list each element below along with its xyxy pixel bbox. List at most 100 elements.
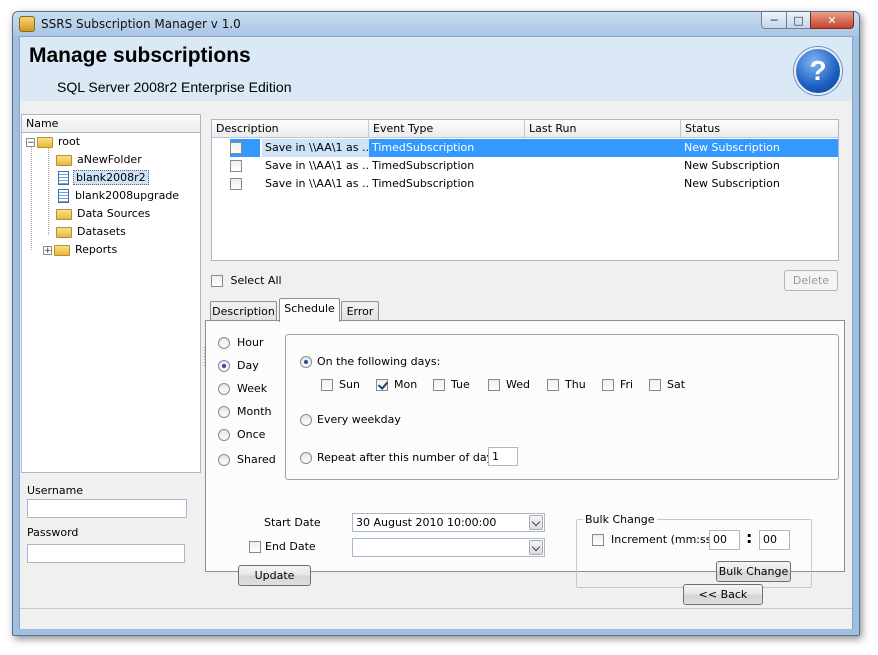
tab-error[interactable]: Error (341, 301, 379, 321)
cell-event-type: TimedSubscription (372, 177, 475, 190)
radio-icon[interactable] (218, 429, 230, 441)
cell-last-run (525, 175, 681, 193)
schedule-panel: Hour Day Week Month Once Shared On the f… (205, 320, 845, 588)
chevron-down-icon[interactable] (529, 515, 543, 530)
checkbox-icon[interactable] (321, 379, 333, 391)
column-status[interactable]: Status (681, 120, 838, 138)
tab-schedule[interactable]: Schedule (279, 298, 340, 322)
tree-node-anewfolder[interactable]: aNewFolder (56, 151, 144, 169)
increment-minutes-input[interactable]: 00 (709, 530, 740, 550)
checkbox-icon[interactable] (547, 379, 559, 391)
end-date-picker[interactable] (352, 538, 545, 557)
tree-node-datasets[interactable]: Datasets (56, 223, 128, 241)
option-following-days[interactable]: On the following days: (300, 355, 440, 368)
day-label: Tue (451, 378, 470, 391)
freq-day[interactable]: Day (218, 359, 259, 372)
collapse-icon[interactable]: − (26, 137, 35, 147)
row-checkbox-cell (230, 175, 260, 193)
close-button[interactable]: ✕ (810, 12, 854, 29)
end-date-toggle[interactable]: End Date (249, 540, 316, 553)
option-every-weekday[interactable]: Every weekday (300, 413, 401, 426)
chevron-down-icon[interactable] (529, 540, 543, 555)
day-tue[interactable]: Tue (433, 378, 470, 391)
day-sun[interactable]: Sun (321, 378, 360, 391)
table-row[interactable]: Save in \\AA\1 as ... TimedSubscription … (212, 175, 838, 193)
day-thu[interactable]: Thu (547, 378, 586, 391)
radio-icon[interactable] (300, 414, 312, 426)
folder-icon (56, 208, 72, 220)
tree-node-label: Datasets (77, 225, 126, 238)
radio-icon[interactable] (218, 383, 230, 395)
cell-last-run (525, 139, 681, 157)
option-label: Every weekday (317, 413, 401, 426)
repeat-days-input[interactable]: 1 (488, 447, 518, 466)
column-description[interactable]: Description (212, 120, 369, 138)
tree-node-reports[interactable]: + Reports (43, 241, 119, 259)
radio-icon[interactable] (300, 356, 312, 368)
tree-line (31, 147, 32, 250)
table-row[interactable]: Save in \\AA\1 as ... TimedSubscription … (212, 139, 838, 157)
password-input[interactable] (27, 544, 185, 563)
left-panel: Name − root aNewFolder blank2008r2 blank2… (21, 114, 201, 624)
checkbox-icon[interactable] (433, 379, 445, 391)
day-sat[interactable]: Sat (649, 378, 685, 391)
day-mon[interactable]: Mon (376, 378, 417, 391)
freq-once[interactable]: Once (218, 428, 265, 441)
checkbox-icon[interactable] (649, 379, 661, 391)
username-input[interactable] (27, 499, 187, 518)
option-label: Repeat after this number of days (317, 451, 499, 464)
table-row[interactable]: Save in \\AA\1 as ... TimedSubscription … (212, 157, 838, 175)
checkbox-icon[interactable] (249, 541, 261, 553)
radio-icon[interactable] (218, 360, 230, 372)
bulk-change-button[interactable]: Bulk Change (716, 561, 791, 582)
day-label: Sat (667, 378, 686, 391)
row-checkbox[interactable] (230, 178, 242, 190)
column-last-run[interactable]: Last Run (525, 120, 681, 138)
freq-shared[interactable]: Shared (218, 453, 276, 466)
day-label: Thu (565, 378, 586, 391)
help-icon[interactable]: ? (794, 47, 842, 95)
folder-icon (37, 136, 53, 148)
minimize-button[interactable]: ─ (761, 12, 787, 29)
radio-icon[interactable] (218, 406, 230, 418)
increment-toggle[interactable]: Increment (mm:ss) (592, 533, 716, 546)
select-all-checkbox[interactable] (211, 275, 223, 287)
tree-node-blank2008upgrade[interactable]: blank2008upgrade (56, 187, 181, 205)
delete-button[interactable]: Delete (784, 270, 838, 291)
freq-week[interactable]: Week (218, 382, 267, 395)
title-bar: SSRS Subscription Manager v 1.0 ─ □ ✕ (13, 12, 859, 36)
start-date-picker[interactable]: 30 August 2010 10:00:00 (352, 513, 545, 532)
increment-seconds-input[interactable]: 00 (759, 530, 790, 550)
freq-hour[interactable]: Hour (218, 336, 264, 349)
checkbox-icon[interactable] (592, 534, 604, 546)
day-wed[interactable]: Wed (488, 378, 530, 391)
checkbox-icon[interactable] (376, 379, 388, 391)
freq-label: Month (237, 405, 272, 418)
password-label: Password (27, 526, 79, 539)
expand-icon[interactable]: + (43, 245, 52, 255)
report-tree[interactable]: Name − root aNewFolder blank2008r2 blank2… (21, 114, 201, 473)
row-checkbox[interactable] (230, 142, 242, 154)
freq-month[interactable]: Month (218, 405, 271, 418)
bulk-change-title: Bulk Change (583, 513, 657, 526)
tree-node-blank2008r2[interactable]: blank2008r2 (56, 169, 149, 187)
radio-icon[interactable] (218, 454, 230, 466)
freq-label: Week (237, 382, 268, 395)
freq-label: Once (237, 428, 266, 441)
tab-description[interactable]: Description (210, 301, 277, 321)
select-all[interactable]: Select All (211, 274, 282, 287)
subscriptions-grid[interactable]: Description Event Type Last Run Status S… (211, 119, 839, 261)
option-repeat-days[interactable]: Repeat after this number of days (300, 451, 499, 464)
radio-icon[interactable] (218, 337, 230, 349)
checkbox-icon[interactable] (488, 379, 500, 391)
tree-node-root[interactable]: − root (26, 133, 82, 151)
day-fri[interactable]: Fri (602, 378, 633, 391)
update-button[interactable]: Update (238, 565, 311, 586)
back-button[interactable]: << Back (683, 584, 763, 605)
maximize-button[interactable]: □ (786, 12, 811, 29)
tree-node-data-sources[interactable]: Data Sources (56, 205, 152, 223)
column-event-type[interactable]: Event Type (369, 120, 525, 138)
checkbox-icon[interactable] (602, 379, 614, 391)
radio-icon[interactable] (300, 452, 312, 464)
row-checkbox[interactable] (230, 160, 242, 172)
